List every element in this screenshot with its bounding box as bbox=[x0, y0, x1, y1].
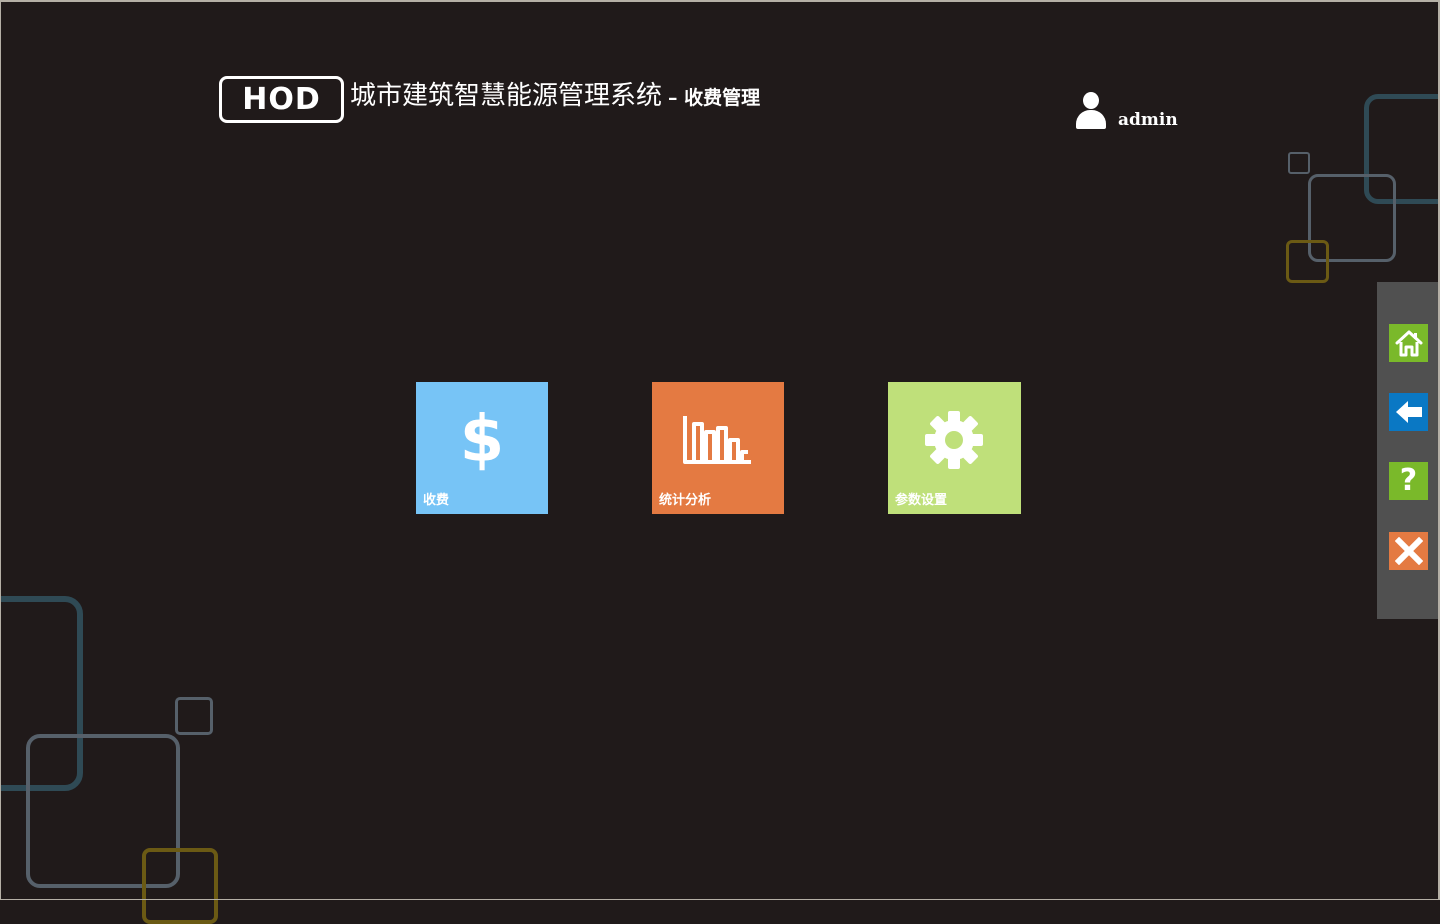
user-icon bbox=[1075, 92, 1107, 130]
tile-statistics[interactable]: 统计分析 bbox=[652, 382, 784, 514]
decorative-square bbox=[1288, 152, 1310, 174]
user-menu[interactable]: admin bbox=[1075, 92, 1178, 130]
tile-label: 收费 bbox=[423, 493, 450, 508]
back-arrow-icon bbox=[1395, 401, 1422, 423]
gear-icon bbox=[888, 400, 1020, 480]
home-icon bbox=[1395, 330, 1422, 357]
dollar-icon: $ bbox=[459, 403, 505, 477]
tile-label: 参数设置 bbox=[895, 493, 948, 508]
page-title: 城市建筑智慧能源管理系统 – 收费管理 bbox=[350, 78, 760, 116]
decorative-square bbox=[175, 697, 213, 735]
home-button[interactable] bbox=[1389, 324, 1428, 362]
close-button[interactable] bbox=[1389, 532, 1428, 570]
user-name: admin bbox=[1118, 110, 1178, 130]
back-button[interactable] bbox=[1389, 393, 1428, 431]
decorative-square bbox=[142, 848, 218, 924]
system-title-text: 城市建筑智慧能源管理系统 bbox=[350, 81, 663, 111]
bar-chart-icon bbox=[652, 400, 784, 480]
decorative-square bbox=[1286, 240, 1329, 283]
side-toolbar: ? bbox=[1377, 282, 1440, 619]
close-icon bbox=[1394, 537, 1423, 565]
help-button[interactable]: ? bbox=[1389, 462, 1428, 500]
module-subtitle: – 收费管理 bbox=[668, 87, 761, 109]
hod-logo: HOD bbox=[219, 76, 344, 123]
tile-payment[interactable]: $ 收费 bbox=[416, 382, 548, 514]
tile-settings[interactable]: 参数设置 bbox=[888, 382, 1021, 514]
tile-label: 统计分析 bbox=[659, 493, 712, 508]
help-icon: ? bbox=[1399, 463, 1418, 498]
